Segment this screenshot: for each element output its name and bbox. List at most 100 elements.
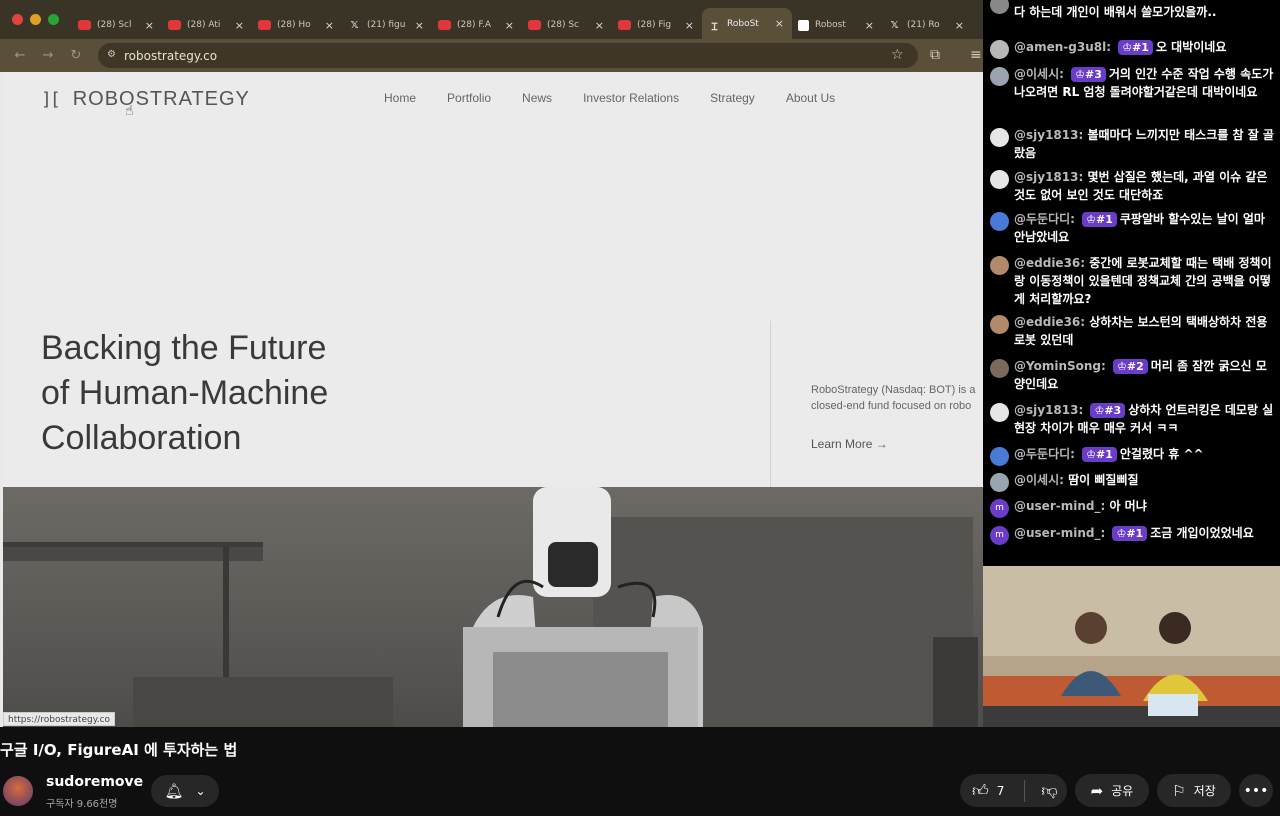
nav-link[interactable]: Portfolio xyxy=(447,91,491,105)
browser-tab[interactable]: (28) Ho × xyxy=(252,11,342,39)
nav-link[interactable]: Investor Relations xyxy=(583,91,679,105)
browser-tab[interactable]: (28) Sc × xyxy=(522,11,612,39)
chat-username[interactable]: @user-mind_: xyxy=(1014,499,1105,513)
close-tab-icon[interactable]: × xyxy=(955,19,964,32)
chat-username[interactable]: @두둔다디: xyxy=(1014,212,1075,226)
chat-username[interactable]: @이세시: xyxy=(1014,473,1064,487)
close-tab-icon[interactable]: × xyxy=(505,19,514,32)
url-bar[interactable]: ⚙ robostrategy.co xyxy=(98,43,918,68)
save-label: 저장 xyxy=(1193,784,1216,798)
back-icon[interactable]: ← xyxy=(6,48,34,63)
close-tab-icon[interactable]: × xyxy=(145,19,154,32)
minimize-window-icon[interactable] xyxy=(30,14,41,25)
nav-link[interactable]: News xyxy=(522,91,552,105)
close-tab-icon[interactable]: × xyxy=(325,19,334,32)
browser-tab[interactable]: (28) Fig × xyxy=(612,11,702,39)
youtube-watch-page: (28) Scl × (28) Ati × (28) Ho × 𝕏 (21) figu × (28… xyxy=(0,0,1280,816)
site-logo[interactable]: ][ ROBOSTRATEGY xyxy=(41,88,250,111)
hero-divider xyxy=(770,321,771,488)
channel-avatar[interactable] xyxy=(3,776,33,806)
chat-username[interactable]: @sjy1813: xyxy=(1014,128,1083,142)
share-label: 공유 xyxy=(1111,784,1134,798)
close-tab-icon[interactable]: × xyxy=(235,19,244,32)
chat-username[interactable]: @이세시: xyxy=(1014,67,1064,81)
site-settings-icon[interactable]: ⚙ xyxy=(107,49,116,60)
chat-username[interactable]: @amen-g3u8l: xyxy=(1014,40,1111,54)
chat-avatar[interactable] xyxy=(990,67,1009,86)
close-window-icon[interactable] xyxy=(12,14,23,25)
chat-username[interactable]: @sjy1813: xyxy=(1014,403,1083,417)
chat-text: 조금 개입이었었네요 xyxy=(1150,526,1254,540)
learn-more-link[interactable]: Learn More → xyxy=(811,437,888,451)
chat-username[interactable]: @eddie36: xyxy=(1014,315,1085,329)
close-tab-icon[interactable]: × xyxy=(595,19,604,32)
chat-avatar[interactable] xyxy=(990,256,1009,275)
chat-avatar[interactable] xyxy=(990,315,1009,334)
tab-strip: (28) Scl × (28) Ati × (28) Ho × 𝕏 (21) figu × (28… xyxy=(72,0,972,39)
thumbs-up-icon: 👍︎ xyxy=(972,780,989,800)
url-text: robostrategy.co xyxy=(124,48,218,63)
member-rank-badge: ♔#1 xyxy=(1118,40,1153,55)
member-rank-badge: ♔#1 xyxy=(1112,526,1148,541)
chat-message-body: @두둔다디: ♔#1 안걸렸다 휴 ^^ xyxy=(1014,445,1274,463)
forward-icon[interactable]: → xyxy=(34,48,62,63)
browser-tab[interactable]: 𝕏 (21) Ro × xyxy=(882,11,972,39)
chat-avatar[interactable] xyxy=(990,0,1009,14)
chat-message-body: @YominSong: ♔#2 머리 좀 잠깐 굵으신 모양인데요 xyxy=(1014,357,1274,393)
browser-tab[interactable]: 𝕏 (21) figu × xyxy=(342,11,432,39)
close-tab-icon[interactable]: × xyxy=(685,19,694,32)
extensions-icon[interactable]: ⧉ xyxy=(930,47,940,63)
chat-text: 다 하는데 개인이 배워서 쓸모가있을까.. xyxy=(1014,5,1217,19)
chat-avatar[interactable] xyxy=(990,128,1009,147)
webcam-video xyxy=(983,566,1280,727)
bookmark-star-icon[interactable]: ☆ xyxy=(891,47,904,63)
chat-avatar[interactable] xyxy=(990,40,1009,59)
chat-message-body: @user-mind_: ♔#1 조금 개입이었었네요 xyxy=(1014,524,1274,542)
chat-avatar[interactable]: m xyxy=(990,499,1009,518)
chat-message-body: @user-mind_: 아 머냐 xyxy=(1014,497,1274,515)
chat-avatar[interactable] xyxy=(990,212,1009,231)
chat-avatar[interactable] xyxy=(990,447,1009,466)
tab-title: (28) Fig xyxy=(637,20,672,30)
close-tab-icon[interactable]: × xyxy=(415,19,424,32)
chat-avatar[interactable] xyxy=(990,170,1009,189)
nav-link[interactable]: Home xyxy=(384,91,416,105)
screen-shared-browser: (28) Scl × (28) Ati × (28) Ho × 𝕏 (21) figu × (28… xyxy=(0,0,983,727)
browser-tab[interactable]: (28) F.A × xyxy=(432,11,522,39)
chat-username[interactable]: @두둔다디: xyxy=(1014,447,1075,461)
window-controls xyxy=(0,14,72,25)
chat-message-body: @eddie36: 중간에 로봇교체할 때는 택배 정책이랑 이동정책이 있을텐… xyxy=(1014,254,1274,308)
chat-avatar[interactable] xyxy=(990,359,1009,378)
share-button[interactable]: ➦ 공유 xyxy=(1075,774,1149,807)
chat-username[interactable]: @eddie36: xyxy=(1014,256,1085,270)
menu-icon[interactable]: ≡ xyxy=(970,47,982,63)
chat-username[interactable]: @user-mind_: xyxy=(1014,526,1105,540)
nav-link[interactable]: Strategy xyxy=(710,91,755,105)
chat-username[interactable]: @YominSong: xyxy=(1014,359,1106,373)
nav-link[interactable]: About Us xyxy=(786,91,835,105)
chat-message-body: @sjy1813: ♔#3 상하차 언트러킹은 데모랑 실 현장 차이가 매우 매… xyxy=(1014,401,1274,437)
youtube-icon xyxy=(528,20,541,30)
save-button[interactable]: ⚐ 저장 xyxy=(1157,774,1231,807)
chat-avatar[interactable]: m xyxy=(990,526,1009,545)
close-tab-icon[interactable]: × xyxy=(775,17,784,30)
bell-icon: 🔔︎ xyxy=(164,782,184,800)
channel-name[interactable]: sudoremove xyxy=(46,774,143,790)
share-icon: ➦ xyxy=(1090,781,1104,800)
chat-username[interactable]: @sjy1813: xyxy=(1014,170,1083,184)
browser-tab[interactable]: Ɪ RoboSt × xyxy=(702,8,792,39)
chat-avatar[interactable] xyxy=(990,473,1009,492)
subscribed-notification-button[interactable]: 🔔︎ ⌄ xyxy=(151,775,219,807)
browser-tab[interactable]: (28) Scl × xyxy=(72,11,162,39)
close-tab-icon[interactable]: × xyxy=(865,19,874,32)
chat-message-body: @두둔다디: ♔#1 쿠팡알바 할수있는 날이 얼마 안남았네요 xyxy=(1014,210,1274,246)
more-actions-button[interactable]: ••• xyxy=(1239,774,1273,807)
like-button[interactable]: 👍︎ 7 xyxy=(972,781,1004,801)
reload-icon[interactable]: ↻ xyxy=(62,48,90,63)
browser-tab[interactable]: Robost × xyxy=(792,11,882,39)
chat-avatar[interactable] xyxy=(990,403,1009,422)
dislike-button[interactable]: 👎︎ xyxy=(1041,781,1057,801)
maximize-window-icon[interactable] xyxy=(48,14,59,25)
bookmark-icon: ⚐ xyxy=(1172,781,1186,800)
browser-tab[interactable]: (28) Ati × xyxy=(162,11,252,39)
